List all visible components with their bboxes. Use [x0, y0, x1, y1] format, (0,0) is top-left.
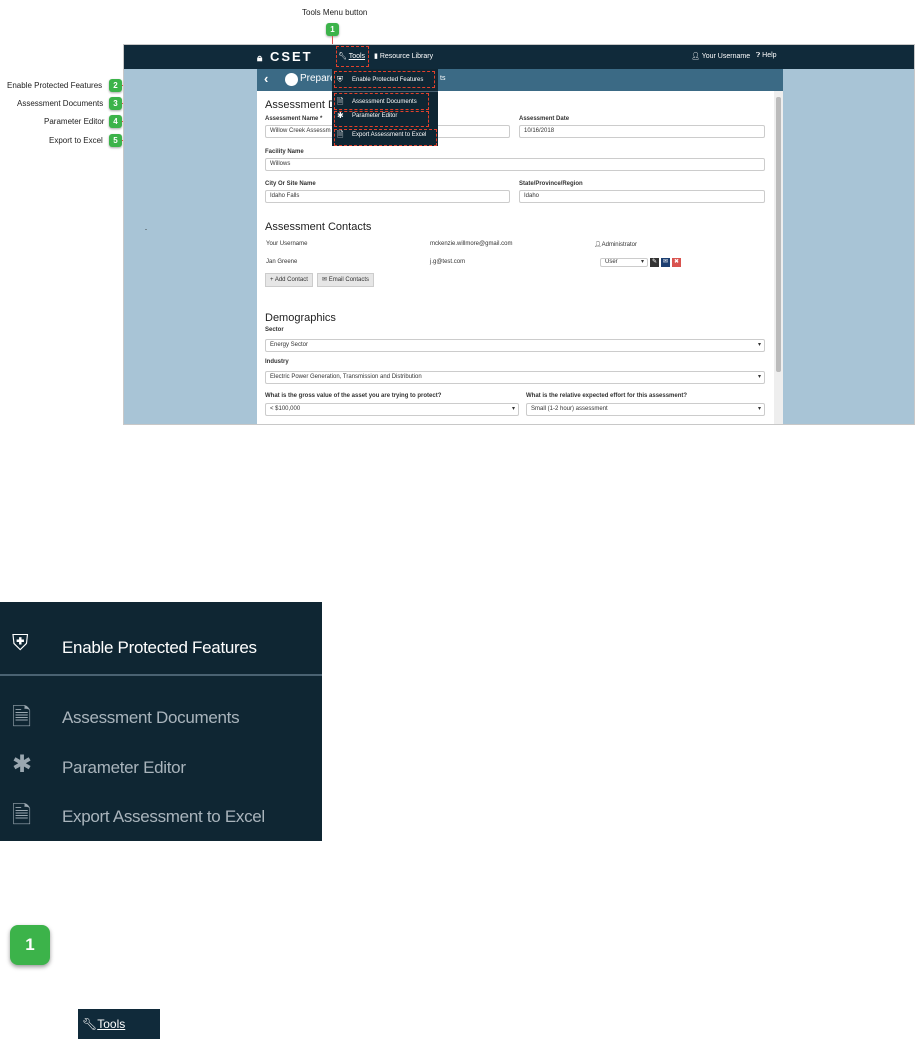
brand-text: CSET	[269, 49, 313, 64]
wrench-icon: 🔧︎	[82, 1017, 98, 1031]
tools-label: Tools	[97, 1017, 126, 1031]
state-input[interactable]: Idaho	[519, 190, 765, 203]
email-contacts-button[interactable]: ✉ Email Contacts	[317, 273, 375, 287]
industry-label: Industry	[265, 359, 289, 365]
callout-export-to-excel: Export to Excel	[49, 136, 103, 145]
contact-role: 👤︎Administrator	[594, 241, 637, 248]
app-screenshot: 🔒︎ CSET 🔧︎ Tools ▮ Resource Library 👤︎ Y…	[123, 44, 915, 425]
assessment-date-label: Assessment Date	[519, 116, 570, 122]
add-contact-button[interactable]: + Add Contact	[265, 273, 313, 287]
book-icon: ▮	[374, 53, 378, 60]
tab-fragment: ts	[440, 75, 446, 82]
badge-1-large: 1	[10, 925, 50, 965]
scrollbar-thumb[interactable]	[776, 97, 781, 372]
zoom-menu-divider	[0, 674, 322, 676]
prepare-icon	[285, 73, 298, 86]
delete-contact-button[interactable]: ✖	[672, 258, 681, 267]
contact-role-label: Administrator	[601, 242, 637, 248]
shield-icon: ⛨	[12, 630, 29, 655]
zoom-item-export-to-excel[interactable]: Export Assessment to Excel	[62, 807, 265, 827]
facility-name-input[interactable]: Willows	[265, 158, 765, 171]
state-label: State/Province/Region	[519, 181, 583, 187]
facility-name-label: Facility Name	[265, 149, 304, 155]
highlight-parameter-editor	[334, 111, 429, 127]
contact-role-select[interactable]: User	[600, 258, 648, 267]
tools-button-zoomed[interactable]: 🔧︎Tools	[78, 1009, 160, 1039]
highlight-export-to-excel	[334, 129, 437, 146]
callout-enable-protected-features: Enable Protected Features	[7, 81, 103, 90]
highlight-enable-protected	[334, 71, 435, 88]
callout-assessment-documents: Assessment Documents	[17, 99, 104, 108]
resource-library-link[interactable]: ▮ Resource Library	[374, 52, 433, 60]
user-menu[interactable]: 👤︎ Your Username	[691, 52, 750, 60]
sector-label: Sector	[265, 327, 284, 333]
zoom-item-assessment-documents[interactable]: Assessment Documents	[62, 708, 240, 728]
badge-5: 5	[109, 134, 122, 147]
callout-parameter-editor: Parameter Editor	[44, 117, 105, 126]
contact-email: mckenzie.willmore@gmail.com	[430, 241, 513, 247]
callout-tools-menu-button: Tools Menu button	[302, 8, 368, 17]
assessment-date-input[interactable]: 10/16/2018	[519, 125, 765, 138]
menu-divider	[332, 91, 438, 92]
pencil-icon: ✎	[651, 259, 658, 265]
asset-value-select[interactable]: < $100,000	[265, 403, 519, 416]
contact-name: Your Username	[266, 241, 308, 247]
assessment-details-heading: Assessment D	[265, 99, 336, 111]
badge-3: 3	[109, 97, 122, 110]
demographics-heading: Demographics	[265, 312, 336, 324]
highlight-tools-button	[336, 46, 369, 67]
user-icon: 👤︎	[594, 242, 602, 248]
envelope-icon: ✉	[662, 259, 669, 265]
stray-dot: -	[145, 227, 147, 233]
lock-icon: 🔒︎	[257, 53, 265, 64]
email-contact-button[interactable]: ✉	[661, 258, 670, 267]
effort-select[interactable]: Small (1-2 hour) assessment	[526, 403, 765, 416]
asset-value-label: What is the gross value of the asset you…	[265, 393, 442, 399]
zoomed-tools-menu: ⛨ Enable Protected Features 🗎 Assessment…	[0, 602, 322, 841]
help-link[interactable]: ❓︎ Help	[756, 52, 777, 60]
badge-2: 2	[109, 79, 122, 92]
app-navbar: 🔒︎ CSET 🔧︎ Tools ▮ Resource Library 👤︎ Y…	[124, 45, 914, 69]
edit-contact-button[interactable]: ✎	[650, 258, 659, 267]
username-label: Your Username	[701, 53, 751, 60]
contact-email: j.g@test.com	[430, 259, 466, 265]
badge-1: 1	[326, 23, 339, 36]
question-icon: ❓︎	[756, 52, 761, 59]
user-icon: 👤︎	[691, 53, 700, 60]
document-icon: 🗎	[12, 802, 32, 829]
contact-name: Jan Greene	[266, 259, 298, 265]
zoom-item-enable-protected-features[interactable]: Enable Protected Features	[62, 638, 257, 658]
cset-logo[interactable]: 🔒︎ CSET	[257, 49, 313, 64]
help-label: Help	[762, 52, 777, 59]
assessment-contacts-heading: Assessment Contacts	[265, 221, 372, 233]
badge-4: 4	[109, 115, 122, 128]
back-button[interactable]: ‹	[264, 71, 268, 86]
trash-icon: ✖	[673, 259, 680, 265]
puzzle-icon: ✱	[12, 751, 33, 778]
industry-select[interactable]: Electric Power Generation, Transmission …	[265, 371, 765, 384]
page-title: Prepare	[300, 73, 336, 84]
resource-library-label: Resource Library	[379, 53, 434, 60]
city-label: City Or Site Name	[265, 181, 316, 187]
highlight-assessment-documents	[334, 93, 429, 110]
assessment-name-label: Assessment Name *	[265, 116, 323, 122]
effort-label: What is the relative expected effort for…	[526, 393, 688, 399]
zoom-item-parameter-editor[interactable]: Parameter Editor	[62, 758, 186, 778]
city-input[interactable]: Idaho Falls	[265, 190, 510, 203]
sector-select[interactable]: Energy Sector	[265, 339, 765, 352]
document-icon: 🗎	[12, 704, 32, 731]
